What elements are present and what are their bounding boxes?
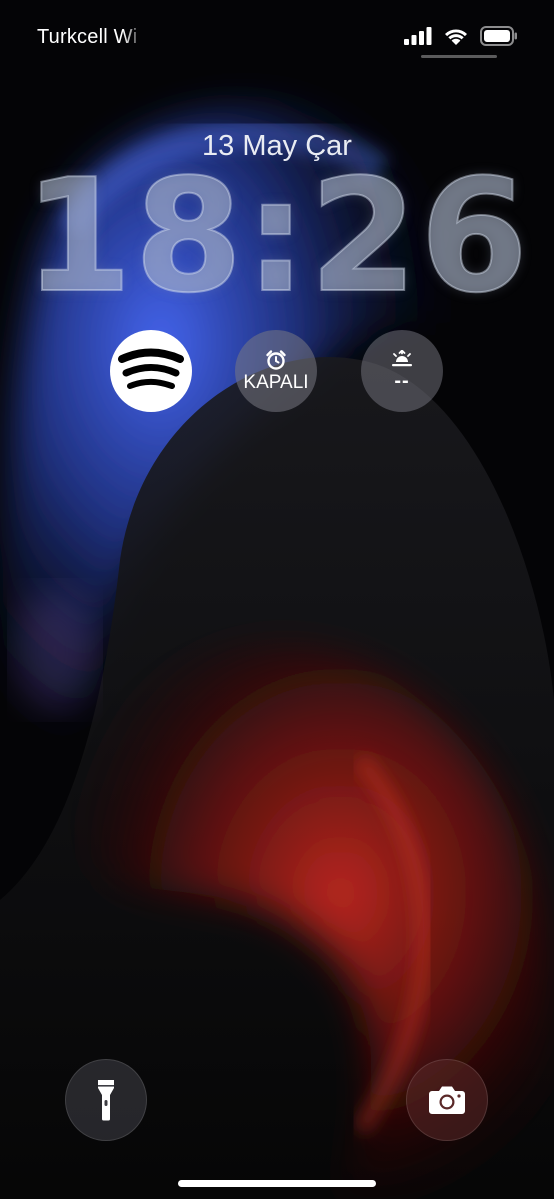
control-center-hint[interactable] [421, 55, 497, 58]
camera-icon [429, 1086, 465, 1114]
status-icons [404, 26, 518, 46]
sunrise-widget[interactable]: -- [361, 330, 443, 412]
flashlight-button[interactable] [65, 1059, 147, 1141]
lock-time: 18:26 [23, 145, 531, 327]
battery-icon [480, 26, 517, 46]
camera-button[interactable] [406, 1059, 488, 1141]
wifi-icon [445, 29, 467, 45]
spotify-icon [118, 348, 184, 389]
sunrise-icon [392, 349, 412, 366]
alarm-clock-icon [266, 350, 286, 370]
home-indicator[interactable] [178, 1180, 376, 1187]
alarm-status-label: KAPALI [243, 372, 309, 393]
cellular-signal-icon [404, 27, 432, 45]
flashlight-icon [98, 1080, 114, 1121]
spotify-widget[interactable] [110, 330, 192, 412]
carrier-name: Turkcell Wi [37, 26, 138, 48]
sunrise-value: -- [394, 369, 410, 392]
lock-screen: Turkcell Wi 13 May Çar 18:26 KAPALI -- [0, 0, 554, 1199]
alarm-widget[interactable]: KAPALI [235, 330, 317, 412]
